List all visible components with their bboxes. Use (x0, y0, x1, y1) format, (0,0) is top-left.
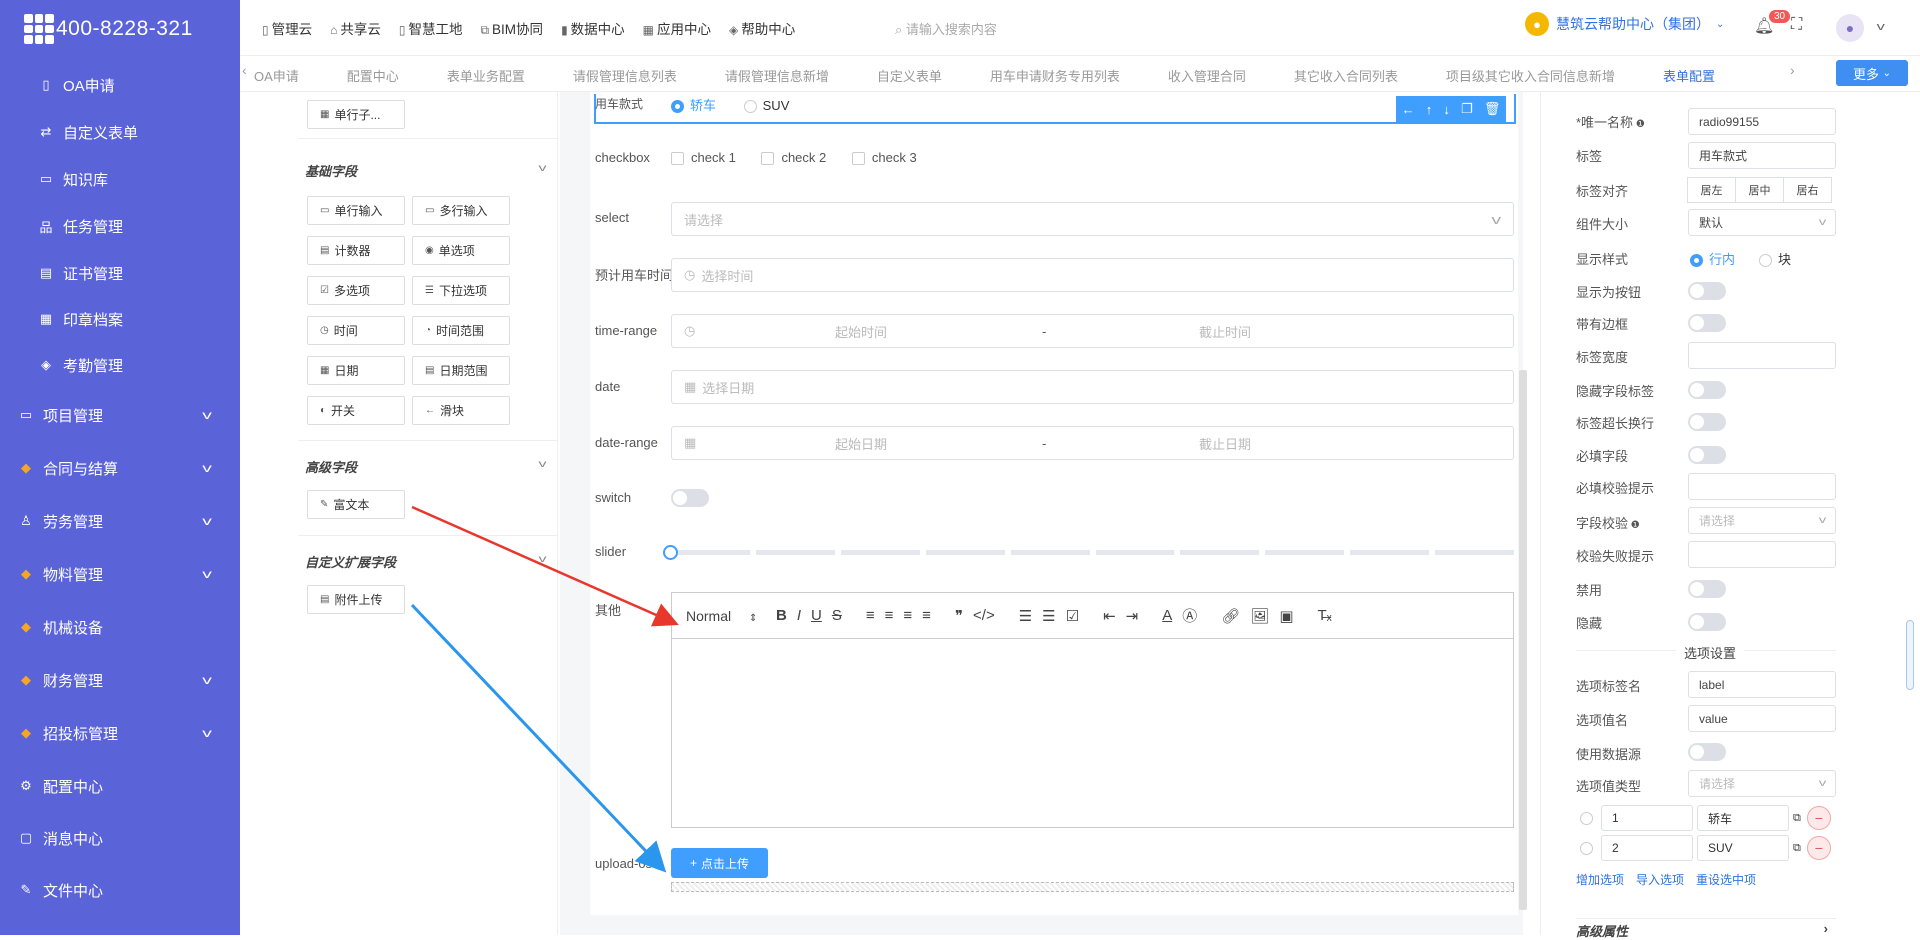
chevron-right-icon: › (1823, 921, 1828, 936)
option-type-select[interactable]: 请选择 v (1688, 770, 1836, 797)
align-option-1[interactable]: 居中 (1735, 177, 1784, 203)
advanced-props-section[interactable]: 高级属性 › (1576, 918, 1836, 940)
validate-label: 字段校验 ❶ (1576, 516, 1640, 531)
as-button-label: 显示为按钮 (1576, 285, 1642, 300)
border-label: 带有边框 (1576, 317, 1629, 332)
display-style-radio: 行内 块 (1690, 249, 1791, 268)
options-section-title: 选项设置 (1676, 643, 1745, 662)
validate-fail-label: 校验失败提示 (1576, 549, 1655, 564)
hide-label-toggle[interactable] (1688, 381, 1726, 404)
option-value-input[interactable]: 2 (1601, 835, 1693, 861)
label-width-input[interactable] (1688, 342, 1836, 369)
properties-scrollbar[interactable] (1906, 620, 1914, 690)
chevron-down-icon: v (1818, 778, 1827, 789)
unique-name-label: *唯一名称 ❶ (1576, 115, 1645, 130)
wrap-label: 标签超长换行 (1576, 416, 1655, 431)
option-label-input[interactable]: SUV (1697, 835, 1789, 861)
info-icon[interactable]: ❶ (1628, 520, 1640, 531)
option-value-name-label: 选项值名 (1576, 713, 1629, 728)
remove-option-button[interactable]: − (1806, 806, 1831, 830)
add-option-link[interactable]: 增加选项 (1576, 871, 1624, 888)
option-label-input[interactable]: 轿车 (1697, 805, 1789, 831)
component-size-label: 组件大小 (1576, 217, 1629, 232)
radio-block[interactable]: 块 (1759, 252, 1791, 268)
required-label: 必填字段 (1576, 449, 1629, 464)
hide-label-label: 隐藏字段标签 (1576, 384, 1655, 399)
option-default-radio[interactable] (1580, 841, 1593, 855)
align-option-0[interactable]: 居左 (1687, 177, 1736, 203)
use-datasource-toggle[interactable] (1688, 743, 1726, 766)
remove-option-button[interactable]: − (1806, 836, 1831, 860)
drag-handle-icon[interactable]: ⧉ (1793, 812, 1801, 825)
hidden-label: 隐藏 (1576, 616, 1603, 631)
label-align-segmented: 居左 居中 居右 (1687, 177, 1832, 203)
validate-select[interactable]: 请选择 v (1688, 507, 1836, 534)
option-value-input[interactable]: 1 (1601, 805, 1693, 831)
border-toggle[interactable] (1688, 314, 1726, 337)
drag-handle-icon[interactable]: ⧉ (1793, 842, 1801, 855)
align-option-2[interactable]: 居右 (1783, 177, 1832, 203)
chevron-down-icon: v (1818, 515, 1827, 526)
wrap-toggle[interactable] (1688, 413, 1726, 436)
disabled-label: 禁用 (1576, 583, 1603, 598)
option-label-name-input[interactable]: label (1688, 671, 1836, 698)
info-icon[interactable]: ❶ (1633, 119, 1645, 130)
required-toggle[interactable] (1688, 446, 1726, 469)
radio-inline[interactable]: 行内 (1690, 252, 1735, 268)
option-label-name-label: 选项标签名 (1576, 679, 1642, 694)
option-default-radio[interactable] (1580, 811, 1593, 825)
label-width-label: 标签宽度 (1576, 350, 1629, 365)
use-datasource-label: 使用数据源 (1576, 747, 1642, 762)
option-row: 1 轿车 ⧉ − (1580, 805, 1831, 831)
import-option-link[interactable]: 导入选项 (1636, 871, 1684, 888)
option-row: 2 SUV ⧉ − (1580, 835, 1831, 861)
reset-option-link[interactable]: 重设选中项 (1696, 871, 1756, 888)
label-align-label: 标签对齐 (1576, 184, 1629, 199)
component-size-select[interactable]: 默认 v (1688, 209, 1836, 236)
red-arrow (411, 505, 679, 627)
display-style-label: 显示样式 (1576, 252, 1629, 267)
chevron-down-icon: v (1818, 217, 1827, 228)
option-value-name-input[interactable]: value (1688, 705, 1836, 732)
hidden-toggle[interactable] (1688, 613, 1726, 636)
required-tip-input[interactable] (1688, 473, 1836, 500)
disabled-toggle[interactable] (1688, 580, 1726, 603)
tag-input[interactable]: 用车款式 (1688, 142, 1836, 169)
as-button-toggle[interactable] (1688, 282, 1726, 305)
option-type-label: 选项值类型 (1576, 779, 1642, 794)
unique-name-input[interactable]: radio99155 (1688, 108, 1836, 135)
required-tip-label: 必填校验提示 (1576, 481, 1655, 496)
tag-label: 标签 (1576, 149, 1603, 164)
blue-arrow (410, 603, 667, 873)
validate-fail-input[interactable] (1688, 541, 1836, 568)
